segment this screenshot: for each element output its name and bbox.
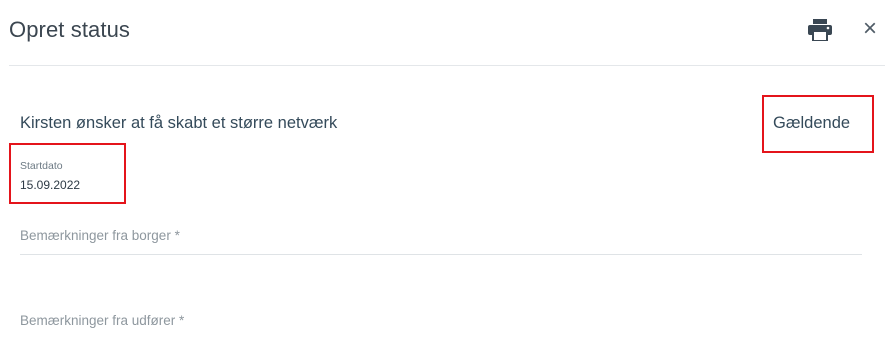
status-label: Gældende	[773, 114, 851, 132]
borger-remarks-field[interactable]: Bemærkninger fra borger *	[20, 224, 862, 255]
start-date-label: Startdato	[20, 160, 63, 172]
printer-icon[interactable]	[807, 19, 833, 42]
header-divider	[9, 65, 885, 66]
start-date-value: 15.09.2022	[20, 178, 81, 192]
dialog-title: Opret status	[9, 17, 131, 42]
borger-remarks-label: Bemærkninger fra borger *	[20, 228, 180, 243]
udforer-remarks-label: Bemærkninger fra udfører *	[20, 313, 185, 328]
udforer-remarks-field[interactable]: Bemærkninger fra udfører *	[20, 309, 862, 339]
goal-description: Kirsten ønsker at få skabt et større net…	[20, 114, 338, 132]
close-icon[interactable]: ×	[863, 14, 877, 44]
start-date-highlight-box	[9, 143, 126, 204]
